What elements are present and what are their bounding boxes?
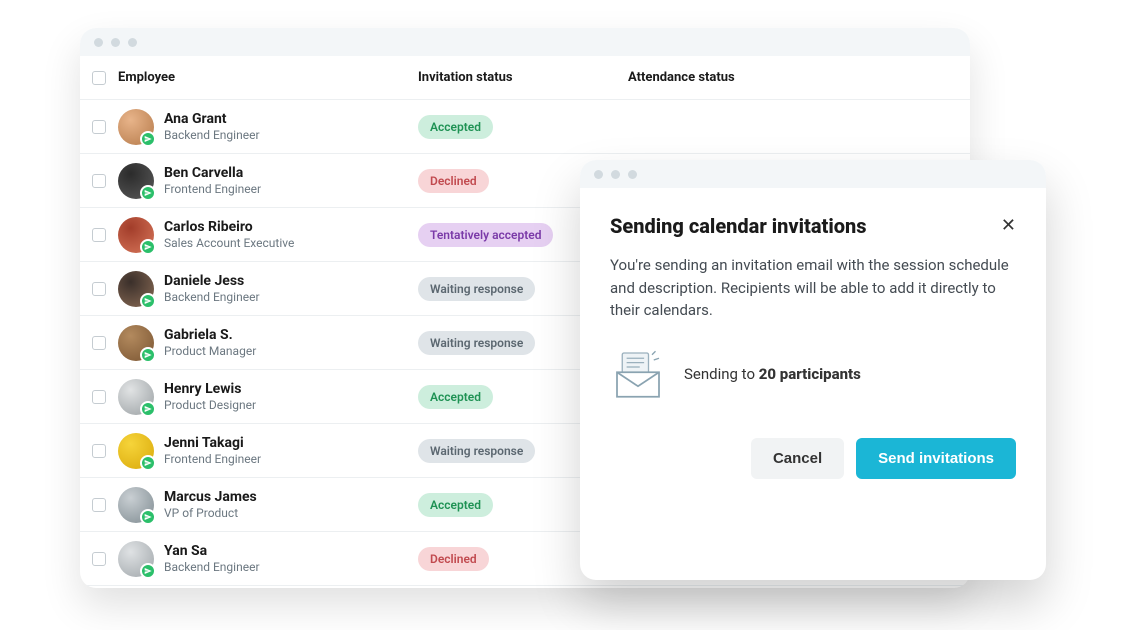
employee-role: Product Manager [164, 344, 256, 358]
employee-role: VP of Product [164, 506, 257, 520]
avatar [118, 433, 154, 469]
window-titlebar [580, 160, 1046, 188]
invitation-status-pill: Accepted [418, 115, 493, 139]
employee-role: Backend Engineer [164, 290, 260, 304]
employee-role: Frontend Engineer [164, 182, 261, 196]
invitation-status-pill: Waiting response [418, 277, 535, 301]
invitation-status-pill: Tentatively accepted [418, 223, 553, 247]
invitation-status-pill: Waiting response [418, 439, 535, 463]
window-dot [611, 170, 620, 179]
send-badge-icon [140, 455, 156, 471]
avatar [118, 217, 154, 253]
avatar [118, 109, 154, 145]
envelope-icon [610, 346, 666, 402]
row-checkbox[interactable] [92, 444, 106, 458]
row-checkbox[interactable] [92, 228, 106, 242]
employee-role: Sales Account Executive [164, 236, 294, 250]
employee-name: Yan Sa [164, 543, 260, 560]
row-checkbox[interactable] [92, 498, 106, 512]
send-badge-icon [140, 239, 156, 255]
send-badge-icon [140, 131, 156, 147]
window-dot [111, 38, 120, 47]
send-invitations-modal: Sending calendar invitations ✕ You're se… [580, 160, 1046, 580]
row-checkbox[interactable] [92, 282, 106, 296]
select-all-checkbox[interactable] [92, 71, 106, 85]
employee-cell: Gabriela S.Product Manager [118, 325, 418, 361]
send-badge-icon [140, 185, 156, 201]
modal-description: You're sending an invitation email with … [610, 254, 1016, 322]
send-badge-icon [140, 401, 156, 417]
invitation-status-pill: Accepted [418, 493, 493, 517]
invitation-status-pill: Accepted [418, 385, 493, 409]
window-dot [94, 38, 103, 47]
window-dot [628, 170, 637, 179]
employee-role: Backend Engineer [164, 560, 260, 574]
avatar [118, 541, 154, 577]
employee-cell: Jenni TakagiFrontend Engineer [118, 433, 418, 469]
send-invitations-button[interactable]: Send invitations [856, 438, 1016, 479]
send-badge-icon [140, 509, 156, 525]
invitation-status-pill: Declined [418, 547, 489, 571]
employee-cell: Daniele JessBackend Engineer [118, 271, 418, 307]
close-icon[interactable]: ✕ [1001, 217, 1016, 235]
row-checkbox[interactable] [92, 336, 106, 350]
invitation-status-pill: Waiting response [418, 331, 535, 355]
employee-name: Henry Lewis [164, 381, 256, 398]
window-dot [594, 170, 603, 179]
invitation-status-pill: Declined [418, 169, 489, 193]
employee-cell: Henry LewisProduct Designer [118, 379, 418, 415]
employee-cell: Marcus JamesVP of Product [118, 487, 418, 523]
col-attendance-status: Attendance status [628, 70, 970, 85]
table-header-row: Employee Invitation status Attendance st… [80, 56, 970, 100]
avatar [118, 325, 154, 361]
employee-role: Product Designer [164, 398, 256, 412]
row-checkbox[interactable] [92, 390, 106, 404]
employee-name: Jenni Takagi [164, 435, 261, 452]
avatar [118, 163, 154, 199]
row-checkbox[interactable] [92, 174, 106, 188]
row-checkbox[interactable] [92, 120, 106, 134]
employee-cell: Yan SaBackend Engineer [118, 541, 418, 577]
employee-cell: Ben CarvellaFrontend Engineer [118, 163, 418, 199]
modal-title: Sending calendar invitations [610, 214, 867, 238]
window-dot [128, 38, 137, 47]
employee-role: Backend Engineer [164, 128, 260, 142]
participant-count: 20 participants [759, 365, 861, 383]
cancel-button[interactable]: Cancel [751, 438, 844, 479]
col-invitation-status: Invitation status [418, 70, 628, 85]
avatar [118, 487, 154, 523]
employee-name: Carlos Ribeiro [164, 219, 294, 236]
send-badge-icon [140, 347, 156, 363]
row-checkbox[interactable] [92, 552, 106, 566]
sending-summary: Sending to 20 participants [684, 365, 861, 383]
avatar [118, 271, 154, 307]
employee-name: Marcus James [164, 489, 257, 506]
employee-name: Ben Carvella [164, 165, 261, 182]
send-badge-icon [140, 563, 156, 579]
employee-name: Daniele Jess [164, 273, 260, 290]
window-titlebar [80, 28, 970, 56]
sending-prefix: Sending to [684, 365, 759, 383]
employee-name: Ana Grant [164, 111, 260, 128]
avatar [118, 379, 154, 415]
send-badge-icon [140, 293, 156, 309]
employee-name: Gabriela S. [164, 327, 256, 344]
employee-cell: Carlos RibeiroSales Account Executive [118, 217, 418, 253]
employee-cell: Ana GrantBackend Engineer [118, 109, 418, 145]
employee-role: Frontend Engineer [164, 452, 261, 466]
col-employee: Employee [118, 70, 418, 85]
table-row: Ana GrantBackend EngineerAccepted [80, 100, 970, 154]
